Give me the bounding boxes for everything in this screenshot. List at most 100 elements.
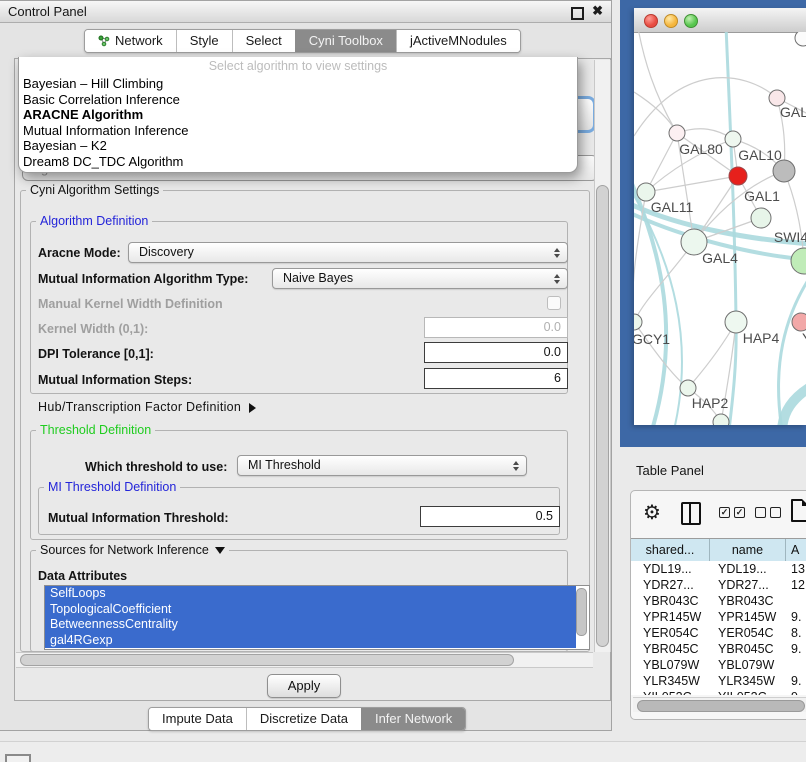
tab-infer-network[interactable]: Infer Network <box>361 708 465 730</box>
node-label: GAL11 <box>651 199 694 215</box>
node-label: GAL10 <box>738 147 782 163</box>
mi-type-combobox[interactable]: Naive Bayes <box>272 268 568 289</box>
table-cell: YBR045C <box>631 641 710 657</box>
mi-threshold-field[interactable]: 0.5 <box>420 506 560 527</box>
network-window-titlebar[interactable] <box>634 8 806 33</box>
attribute-list-item[interactable]: BetweennessCentrality <box>45 617 576 633</box>
tab-discretize-data[interactable]: Discretize Data <box>246 708 361 730</box>
control-panel-titlebar[interactable]: Control Panel ✖ <box>0 1 611 23</box>
node-label: HAP4 <box>743 330 780 346</box>
table-cell: YER054C <box>631 625 710 641</box>
table-row[interactable]: YBL079WYBL079W <box>631 657 806 673</box>
close-icon[interactable]: ✖ <box>592 3 603 19</box>
which-threshold-combobox[interactable]: MI Threshold <box>237 455 527 476</box>
table-cell: YPR145W <box>710 609 786 625</box>
table-column-header[interactable]: name <box>710 539 786 561</box>
minimize-traffic-light-icon[interactable] <box>664 14 678 28</box>
tab-impute-data[interactable]: Impute Data <box>149 708 246 730</box>
table-cell: 8. <box>786 625 806 641</box>
dropdown-item[interactable]: Dream8 DC_TDC Algorithm <box>19 154 577 170</box>
data-attributes-list[interactable]: SelfLoopsTopologicalCoefficientBetweenne… <box>44 585 590 650</box>
tab-network[interactable]: Network <box>85 30 176 52</box>
table-column-header[interactable]: A <box>786 539 806 561</box>
dropdown-item[interactable]: Bayesian – K2 <box>19 138 577 154</box>
network-node[interactable] <box>773 160 795 182</box>
scrollbar-thumb[interactable] <box>596 185 609 647</box>
network-node[interactable] <box>751 208 771 228</box>
network-node[interactable] <box>680 380 696 396</box>
list-scrollbar[interactable] <box>576 588 587 636</box>
node-label: SWI4 <box>774 229 806 245</box>
scrollbar-thumb[interactable] <box>20 654 514 666</box>
aracne-mode-label: Aracne Mode: <box>38 246 121 260</box>
table-column-header[interactable]: shared... <box>631 539 710 561</box>
table-row[interactable]: YDL19...YDL19...13 <box>631 561 806 577</box>
table-row[interactable]: YLR345WYLR345W9. <box>631 673 806 689</box>
settings-horizontal-scrollbar[interactable] <box>16 652 593 668</box>
table-row[interactable]: YDR27...YDR27...12 <box>631 577 806 593</box>
dropdown-item[interactable]: Basic Correlation Inference <box>19 92 577 108</box>
collapsed-panel-icon[interactable] <box>5 754 31 762</box>
tab-select[interactable]: Select <box>232 30 295 52</box>
tab-style[interactable]: Style <box>176 30 232 52</box>
dropdown-item[interactable]: ARACNE Algorithm <box>19 107 577 123</box>
which-threshold-label: Which threshold to use: <box>85 460 227 474</box>
attribute-list-item[interactable]: SelfLoops <box>45 586 576 602</box>
tab-label: Network <box>115 30 163 52</box>
table-panel-title: Table Panel <box>636 463 704 478</box>
checked-checkbox-icon[interactable]: ✓ <box>719 507 730 518</box>
network-node[interactable] <box>725 131 741 147</box>
table-horizontal-scrollbar[interactable] <box>633 697 806 712</box>
settings-vertical-scrollbar[interactable] <box>594 60 611 652</box>
unchecked-checkbox-icon[interactable] <box>755 507 766 518</box>
gear-icon[interactable]: ⚙ <box>643 500 661 525</box>
manual-kernel-checkbox[interactable] <box>547 296 561 310</box>
table-row[interactable]: YPR145WYPR145W9. <box>631 609 806 625</box>
kernel-width-label: Kernel Width (0,1): <box>38 322 148 336</box>
bottom-tabs: Impute DataDiscretize DataInfer Network <box>148 707 466 731</box>
table-cell: YER054C <box>710 625 786 641</box>
network-node[interactable] <box>795 32 806 46</box>
network-node[interactable] <box>792 313 806 331</box>
aracne-mode-combobox[interactable]: Discovery <box>128 242 568 263</box>
split-columns-icon[interactable] <box>681 502 701 525</box>
float-window-icon[interactable] <box>571 7 584 20</box>
which-threshold-value: MI Threshold <box>248 458 321 472</box>
table-cell: 9. <box>786 641 806 657</box>
network-canvas[interactable]: GALGAL80GAL10GAL1GAL11SWI4GAL4GCY1HAP4YH… <box>634 32 806 425</box>
table-cell: YLR345W <box>631 673 710 689</box>
network-node[interactable] <box>634 314 642 330</box>
network-node[interactable] <box>791 248 806 274</box>
dropdown-placeholder: Select algorithm to view settings <box>19 57 577 76</box>
node-label: GAL4 <box>702 250 738 266</box>
mi-steps-field[interactable]: 6 <box>424 368 568 389</box>
close-traffic-light-icon[interactable] <box>644 14 658 28</box>
table-row[interactable]: YBR043CYBR043C <box>631 593 806 609</box>
zoom-traffic-light-icon[interactable] <box>684 14 698 28</box>
attribute-list-item[interactable]: gal4RGexp <box>45 633 576 649</box>
scrollbar-thumb[interactable] <box>637 700 805 712</box>
checked-checkbox-icon[interactable]: ✓ <box>734 507 745 518</box>
network-node[interactable] <box>713 414 729 425</box>
dropdown-item[interactable]: Mutual Information Inference <box>19 123 577 139</box>
sources-legend[interactable]: Sources for Network Inference <box>36 543 229 557</box>
dropdown-item[interactable]: Bayesian – Hill Climbing <box>19 76 577 92</box>
mi-threshold-definition-legend: MI Threshold Definition <box>44 480 180 494</box>
unchecked-checkbox-icon[interactable] <box>770 507 781 518</box>
table-row[interactable]: YIL052CYIL052C9 <box>631 689 806 695</box>
network-edge <box>638 32 677 133</box>
attribute-list-item[interactable]: TopologicalCoefficient <box>45 602 576 618</box>
algorithm-definition-legend: Algorithm Definition <box>36 214 152 228</box>
apply-button[interactable]: Apply <box>267 674 341 698</box>
hub-definition-toggle[interactable]: Hub/Transcription Factor Definition <box>38 400 256 414</box>
network-node[interactable] <box>669 125 685 141</box>
kernel-width-field[interactable]: 0.0 <box>424 317 568 338</box>
tab-cyni-toolbox[interactable]: Cyni Toolbox <box>295 30 396 52</box>
tab-jactivemnodules[interactable]: jActiveMNodules <box>396 30 520 52</box>
table-row[interactable]: YER054CYER054C8. <box>631 625 806 641</box>
document-icon[interactable] <box>791 499 806 522</box>
dpi-tolerance-field[interactable]: 0.0 <box>424 342 568 363</box>
table-row[interactable]: YBR045CYBR045C9. <box>631 641 806 657</box>
network-node[interactable] <box>729 167 747 185</box>
spinner-arrows-icon <box>554 269 560 288</box>
